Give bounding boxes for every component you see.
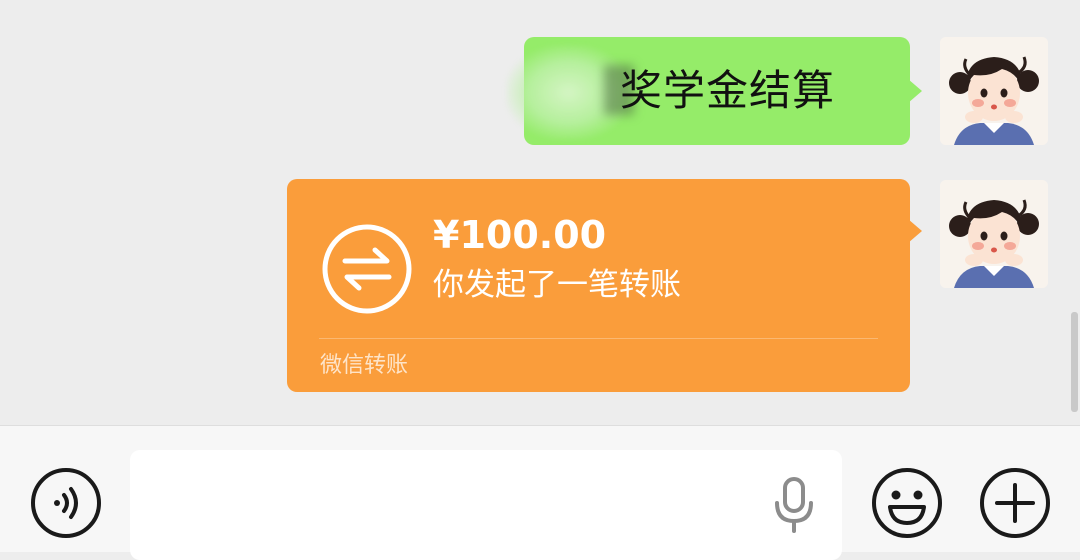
transfer-message-bubble[interactable]: ¥100.00 你发起了一笔转账 微信转账 [287, 179, 922, 392]
avatar[interactable] [940, 180, 1048, 288]
input-bar [0, 425, 1080, 560]
scrollbar[interactable] [1071, 312, 1078, 412]
divider [319, 338, 878, 339]
transfer-amount: ¥100.00 [433, 213, 607, 257]
avatar-girl-icon [940, 180, 1048, 288]
message-input[interactable] [130, 450, 842, 560]
plus-icon[interactable] [978, 466, 1052, 540]
mic-icon[interactable] [772, 476, 816, 534]
voice-icon[interactable] [29, 466, 103, 540]
transfer-description: 你发起了一笔转账 [433, 267, 681, 303]
chat-area: 奖学金结算 ¥100.00 你发起了一笔转账 微信转账 [0, 0, 1080, 425]
text-message-bubble[interactable]: 奖学金结算 [506, 37, 922, 145]
transfer-brand-label: 微信转账 [320, 353, 409, 378]
transfer-arrows-icon [322, 224, 412, 314]
avatar-girl-icon [940, 37, 1048, 145]
emoji-icon[interactable] [870, 466, 944, 540]
message-text: 奖学金结算 [620, 66, 836, 115]
avatar[interactable] [940, 37, 1048, 145]
